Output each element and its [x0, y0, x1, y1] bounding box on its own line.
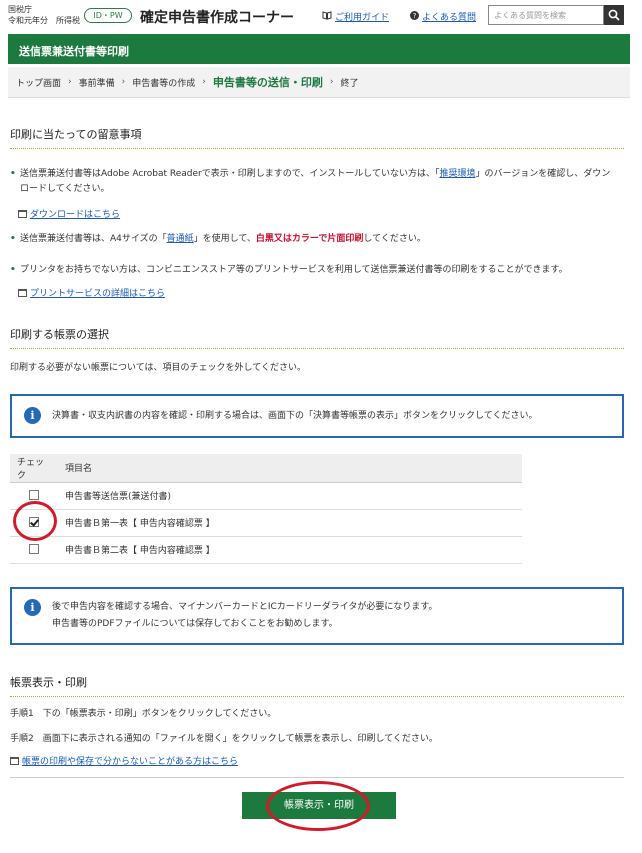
annotation-circle-button	[266, 781, 370, 831]
checkbox-form-b-2[interactable]	[29, 544, 39, 555]
recommended-env-link[interactable]: 推奨環境	[439, 169, 475, 179]
breadcrumb-item-prep: 事前準備	[78, 78, 115, 89]
print-heading: 帳票表示・印刷	[10, 674, 624, 697]
item-name: 申告書Ｂ第二表【 申告内容確認票 】	[58, 536, 522, 564]
divider	[10, 777, 624, 778]
agency-name: 国税庁	[8, 5, 32, 14]
site-header: 国税庁 令和元年分 所得税 ID・PW 確定申告書作成コーナー ご利用ガイド ?…	[0, 0, 642, 33]
print-service-link[interactable]: プリントサービスの詳細はこちら	[18, 286, 165, 299]
book-icon	[322, 11, 332, 23]
chevron-right-icon: ›	[329, 77, 334, 87]
window-icon	[18, 210, 27, 218]
selection-heading: 印刷する帳票の選択	[10, 326, 624, 349]
form-selection-table: チェック 項目名 申告書等送信票(兼送付書) 申告書Ｂ第一表【 申告内容確認票 …	[10, 454, 522, 564]
guide-link[interactable]: ご利用ガイド	[322, 10, 389, 23]
faq-link[interactable]: ? よくある質問	[410, 10, 476, 23]
plain-paper-link[interactable]: 普通紙	[167, 234, 194, 244]
window-icon	[18, 289, 27, 297]
chevron-right-icon: ›	[202, 77, 206, 87]
item-name: 申告書等送信票(兼送付書)	[58, 482, 522, 510]
download-link[interactable]: ダウンロードはこちら	[18, 207, 120, 220]
page-title: 送信票兼送付書等印刷	[8, 34, 630, 64]
window-icon	[10, 757, 19, 765]
faq-search-input[interactable]: よくある質問を検索	[488, 5, 604, 25]
breadcrumb-item-top: トップ画面	[16, 78, 62, 89]
note-bullet-paper: 送信票兼送付書等は、A4サイズの「普通紙」を使用して、白黒又はカラーで片面印刷し…	[10, 232, 616, 247]
svg-text:?: ?	[413, 11, 417, 20]
breadcrumb-item-create: 申告書等の作成	[132, 78, 196, 89]
item-name: 申告書Ｂ第一表【 申告内容確認票 】	[58, 509, 522, 537]
faq-link-label[interactable]: よくある質問	[422, 13, 476, 23]
selection-description: 印刷する必要がない帳票については、項目のチェックを外してください。	[10, 363, 307, 373]
search-button[interactable]	[604, 5, 624, 25]
chevron-right-icon: ›	[121, 77, 126, 87]
note-bullet-printer: プリンタをお持ちでない方は、コンビニエンスストア等のプリントサービスを利用して送…	[10, 263, 616, 278]
table-row: 申告書Ｂ第二表【 申告内容確認票 】	[10, 536, 522, 564]
table-row: 申告書Ｂ第一表【 申告内容確認票 】	[10, 509, 522, 537]
breadcrumb: トップ画面 › 事前準備 › 申告書等の作成 › 申告書等の送信・印刷 › 終了	[8, 67, 630, 98]
id-pw-badge: ID・PW	[84, 8, 132, 23]
breadcrumb-item-current: 申告書等の送信・印刷	[212, 76, 323, 89]
corner-title: 確定申告書作成コーナー	[140, 10, 294, 26]
column-header-item: 項目名	[58, 454, 522, 483]
info-box-settlement: i 決算書・収支内訳書の内容を確認・印刷する場合は、画面下の「決算書等帳票の表示…	[10, 394, 624, 438]
annotation-circle-checkbox	[13, 501, 57, 541]
guide-link-label[interactable]: ご利用ガイド	[335, 13, 389, 23]
column-header-check: チェック	[10, 454, 58, 483]
note-bullet-acrobat: 送信票兼送付書等はAdobe Acrobat Readerで表示・印刷しますので…	[10, 167, 616, 197]
breadcrumb-item-end: 終了	[340, 78, 359, 89]
notes-heading: 印刷に当たっての留意事項	[10, 126, 624, 149]
table-row: 申告書等送信票(兼送付書)	[10, 482, 522, 510]
tax-year-label: 令和元年分 所得税	[8, 16, 80, 25]
print-help-link[interactable]: 帳票の印刷や保存で分からないことがある方はこちら	[10, 754, 238, 767]
print-step-1: 手順1 下の「帳票表示・印刷」ボタンをクリックしてください。	[10, 709, 277, 719]
agency-label: 国税庁 令和元年分 所得税	[8, 4, 80, 26]
help-circle-icon: ?	[410, 11, 419, 23]
checkbox-transmittal[interactable]	[29, 490, 39, 501]
info-icon: i	[24, 407, 41, 424]
search-icon	[608, 9, 620, 21]
chevron-right-icon: ›	[68, 77, 72, 87]
info-box-mynumber: i 後で申告内容を確認する場合、マイナンバーカードとICカードリーダライタが必要…	[10, 587, 624, 645]
info-icon: i	[24, 599, 41, 616]
print-step-2: 手順2 画面下に表示される通知の「ファイルを開く」をクリックして帳票を表示し、印…	[10, 734, 438, 744]
